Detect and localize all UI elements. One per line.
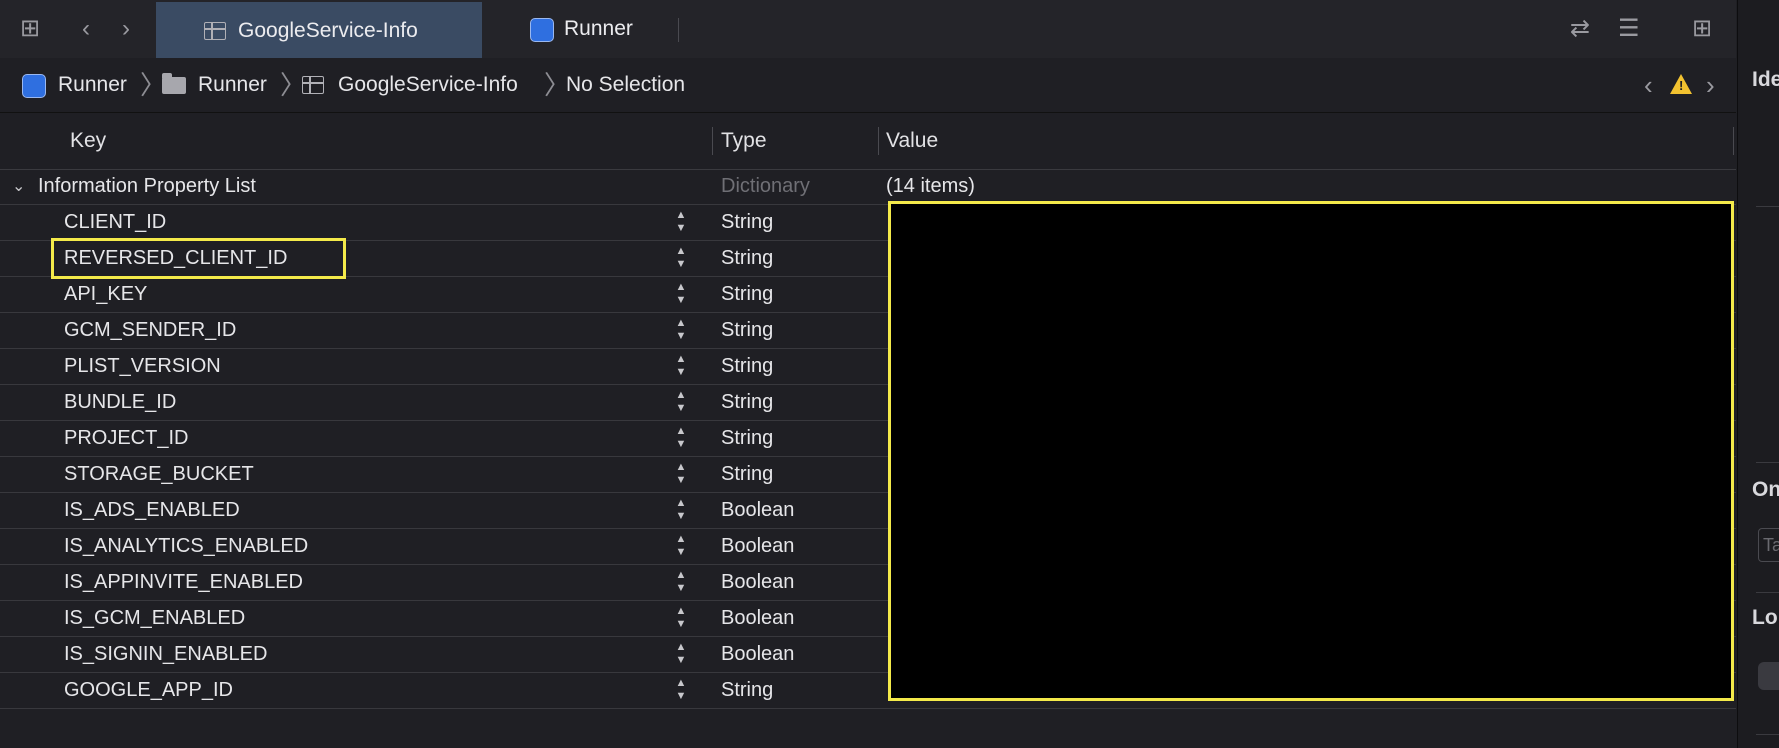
breadcrumb-project[interactable]: Runner (58, 58, 127, 112)
row-type[interactable]: String (721, 673, 773, 708)
column-key[interactable]: Key (70, 113, 106, 169)
property-list-icon (302, 76, 324, 94)
row-type[interactable]: String (721, 385, 773, 420)
property-list-icon (204, 22, 226, 40)
row-key: CLIENT_ID (64, 211, 167, 233)
tab-label: GoogleService-Info (238, 19, 418, 42)
divider (1756, 206, 1779, 207)
chevron-right-icon[interactable]: › (1706, 58, 1715, 112)
stepper-icon[interactable]: ▲ ▼ (674, 533, 688, 559)
row-type[interactable]: Boolean (721, 637, 794, 672)
row-type[interactable]: Boolean (721, 601, 794, 636)
stepper-icon[interactable]: ▲ ▼ (674, 317, 688, 343)
row-key: BUNDLE_ID (64, 391, 177, 413)
row-type[interactable]: String (721, 277, 773, 312)
breadcrumb-folder[interactable]: Runner (198, 58, 267, 112)
swap-arrows-icon[interactable]: ⇄ (1570, 0, 1590, 58)
folder-icon (162, 73, 186, 94)
stepper-icon[interactable]: ▲ ▼ (674, 281, 688, 307)
row-key: IS_SIGNIN_ENABLED (64, 643, 268, 665)
stepper-icon[interactable]: ▲ ▼ (674, 641, 688, 667)
stepper-icon[interactable]: ▲ ▼ (674, 425, 688, 451)
row-key: Information Property List (38, 175, 256, 197)
breadcrumb-file[interactable]: GoogleService-Info (338, 58, 518, 112)
row-key: IS_ANALYTICS_ENABLED (64, 535, 309, 557)
row-key: STORAGE_BUCKET (64, 463, 254, 485)
row-key: IS_ADS_ENABLED (64, 499, 240, 521)
row-key: GCM_SENDER_ID (64, 319, 237, 341)
chevron-down-icon[interactable]: ⌄ (12, 169, 25, 204)
tab-label: Runner (564, 17, 633, 40)
breadcrumb-selection[interactable]: No Selection (566, 58, 685, 112)
chevron-right-icon[interactable]: › (122, 0, 130, 58)
column-type[interactable]: Type (721, 113, 767, 169)
tab-bar: ⊞ ‹ › GoogleService-Info Runner ⇄ ☰ ⊞ (0, 0, 1736, 59)
tab-googleservice-info[interactable]: GoogleService-Info (156, 2, 482, 58)
stepper-icon[interactable]: ▲ ▼ (674, 569, 688, 595)
inspector-section-identity: Ide (1752, 68, 1779, 91)
stepper-icon[interactable]: ▲ ▼ (674, 677, 688, 703)
inspector-section-localization: Lo (1752, 606, 1778, 629)
redaction-box (888, 201, 1734, 701)
column-divider (1733, 127, 1734, 155)
row-type[interactable]: Boolean (721, 493, 794, 528)
stepper-icon[interactable]: ▲ ▼ (674, 461, 688, 487)
row-key: API_KEY (64, 283, 148, 305)
divider (1756, 592, 1779, 593)
row-key: IS_APPINVITE_ENABLED (64, 571, 303, 593)
plist-editor: ⊞ ‹ › GoogleService-Info Runner ⇄ ☰ ⊞ Ru… (0, 0, 1736, 748)
row-key: PLIST_VERSION (64, 355, 221, 377)
grid-icon[interactable]: ⊞ (20, 0, 40, 58)
row-value: (14 items) (886, 175, 975, 197)
stepper-icon[interactable]: ▲ ▼ (674, 209, 688, 235)
stepper-icon[interactable]: ▲ ▼ (674, 245, 688, 271)
row-key: PROJECT_ID (64, 427, 189, 449)
chevron-left-icon[interactable]: ‹ (82, 0, 90, 58)
row-type[interactable]: String (721, 349, 773, 384)
row-type[interactable]: Boolean (721, 565, 794, 600)
row-type[interactable]: String (721, 421, 773, 456)
row-type[interactable]: String (721, 313, 773, 348)
row-key: GOOGLE_APP_ID (64, 679, 233, 701)
column-header: Key Type Value (0, 113, 1736, 170)
stepper-icon[interactable]: ▲ ▼ (674, 497, 688, 523)
text-lines-icon[interactable]: ☰ (1618, 0, 1640, 58)
column-divider[interactable] (712, 127, 713, 155)
divider (1756, 462, 1779, 463)
tab-separator (678, 18, 679, 42)
add-editor-icon[interactable]: ⊞ (1692, 0, 1712, 58)
warning-icon[interactable]: ! (1670, 74, 1692, 94)
localize-button[interactable] (1758, 662, 1779, 690)
stepper-icon[interactable]: ▲ ▼ (674, 389, 688, 415)
stepper-icon[interactable]: ▲ ▼ (674, 353, 688, 379)
xcode-project-icon (530, 18, 554, 42)
breadcrumb: Runner 〉 Runner 〉 GoogleService-Info 〉 N… (0, 58, 1736, 113)
divider (1756, 734, 1779, 735)
row-type[interactable]: Boolean (721, 529, 794, 564)
row-type[interactable]: String (721, 457, 773, 492)
highlight-box (51, 238, 346, 279)
root-row[interactable]: ⌄ Information Property List Dictionary (… (0, 169, 1736, 205)
xcode-project-icon (22, 74, 46, 98)
tags-field[interactable]: Ta (1758, 528, 1779, 562)
column-value[interactable]: Value (886, 113, 938, 169)
row-type[interactable]: String (721, 205, 773, 240)
stepper-icon[interactable]: ▲ ▼ (674, 605, 688, 631)
row-key: IS_GCM_ENABLED (64, 607, 246, 629)
chevron-left-icon[interactable]: ‹ (1644, 58, 1653, 112)
row-type: Dictionary (721, 175, 810, 197)
inspector-section-on-demand: On (1752, 478, 1779, 501)
row-type[interactable]: String (721, 241, 773, 276)
inspector-panel: Ide On Ta Lo (1737, 0, 1779, 748)
column-divider[interactable] (878, 127, 879, 155)
